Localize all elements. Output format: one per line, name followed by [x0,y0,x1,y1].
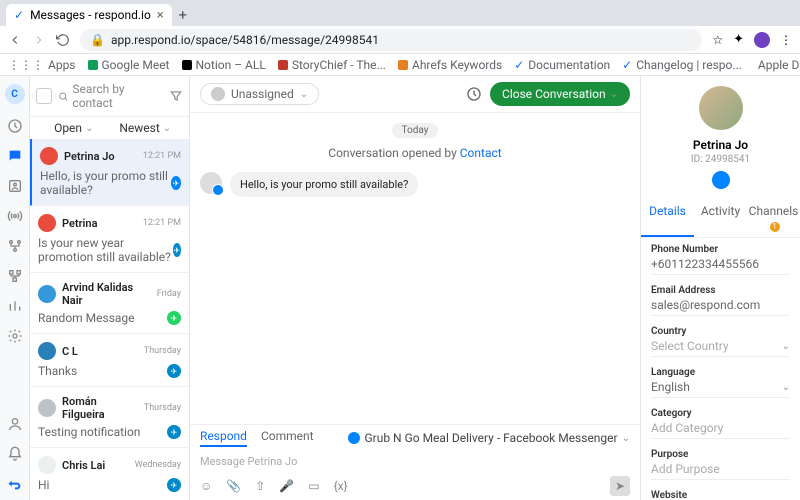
dashboard-icon[interactable] [7,118,23,134]
tab-title: Messages - respond.io [30,8,151,22]
channel-selector[interactable]: Grub N Go Meal Delivery - Facebook Messe… [348,429,630,447]
close-conversation-button[interactable]: Close Conversation⌄ [490,82,630,106]
attach-icon[interactable]: 📎 [226,479,241,493]
chat-list-item[interactable]: Arvind Kalidas NairFridayRandom Message✈ [30,273,189,334]
message-bubble: Hello, is your promo still available? [230,172,418,197]
nav-rail: C [0,76,30,500]
broadcast-icon[interactable] [7,208,23,224]
bookmark[interactable]: ✓Documentation [514,58,610,72]
bookmarks-bar: ⋮⋮⋮Apps Google Meet Notion – ALL StoryCh… [0,54,800,76]
tab-comment[interactable]: Comment [261,429,314,447]
bookmark[interactable]: Google Meet [88,58,170,72]
composer: Respond Comment Grub N Go Meal Delivery … [190,424,640,500]
close-tab-icon[interactable]: × [157,8,164,23]
help-icon[interactable] [7,476,23,492]
reports-icon[interactable] [7,298,23,314]
browser-tab[interactable]: ✓ Messages - respond.io × [6,4,172,26]
contacts-icon[interactable] [7,178,23,194]
details-panel: Petrina Jo ID: 24998541 Details Activity… [640,76,800,500]
user-icon[interactable] [7,416,23,432]
extensions-icon[interactable]: ✦ [733,32,744,47]
profile-avatar[interactable] [754,32,770,48]
date-pill: Today [392,123,439,138]
tab-respond[interactable]: Respond [200,429,247,447]
tab-channels[interactable]: Channels1 [747,199,800,237]
channel-icon [712,171,730,189]
email-field[interactable]: sales@respond.com [651,298,790,316]
messages-icon[interactable] [7,148,23,164]
upload-icon[interactable]: ⇧ [255,479,265,493]
snooze-icon[interactable] [466,86,482,102]
tab-details[interactable]: Details [641,199,694,237]
chat-list-item[interactable]: Román FilgueiraThursdayTesting notificat… [30,387,189,448]
contact-avatar [699,86,743,130]
forward-icon[interactable] [32,33,46,47]
send-button[interactable]: ➤ [610,476,630,496]
new-tab-button[interactable]: + [172,4,194,26]
var-icon[interactable]: {x} [334,479,348,493]
settings-icon[interactable] [7,328,23,344]
chat-list-item[interactable]: C LThursdayThanks✈ [30,334,189,387]
contact-link[interactable]: Contact [460,146,502,160]
tab-activity[interactable]: Activity [694,199,747,237]
message-row: Hello, is your promo still available? [200,172,418,197]
bookmark[interactable]: ✓Changelog | respo... [622,58,742,72]
org-icon[interactable] [7,268,23,284]
conversation: Unassigned ⌄ Close Conversation⌄ Today C… [190,76,640,500]
chat-list-item[interactable]: Chris LaiWednesdayHi✈ [30,448,189,500]
category-field[interactable]: Add Category [651,421,790,439]
workspace-icon[interactable]: C [5,84,25,104]
bookmark[interactable]: Notion – ALL [182,58,266,72]
filter-newest[interactable]: Newest⌄ [110,121,182,135]
phone-field[interactable]: +601122334455566 [651,257,790,275]
emoji-icon[interactable]: ☺ [200,479,212,493]
chat-list: Search by contact Open⌄ Newest⌄ Petrina … [30,76,190,500]
bookmark[interactable]: Ahrefs Keywords [398,58,502,72]
url-bar[interactable]: 🔒 app.respond.io/space/54816/message/249… [80,29,702,51]
collapse-icon[interactable] [36,88,52,104]
back-icon[interactable] [8,33,22,47]
filter-open[interactable]: Open⌄ [38,121,110,135]
snippet-icon[interactable]: ▭ [308,479,319,493]
bookmark[interactable]: StoryChief - The... [278,58,386,72]
notifications-icon[interactable] [7,446,23,462]
bookmark[interactable]: ⋮⋮⋮Apps [8,58,76,72]
chat-list-item[interactable]: Petrina12:21 PMIs your new year promotio… [30,206,189,273]
filter-icon[interactable] [169,89,183,103]
reload-icon[interactable] [56,33,70,47]
country-field[interactable]: Select Country⌄ [651,339,790,357]
system-message: Conversation opened by Contact [328,146,501,160]
chat-list-item[interactable]: Petrina Jo12:21 PMHello, is your promo s… [30,139,189,206]
contact-name: Petrina Jo [693,138,748,152]
voice-icon[interactable]: 🎤 [279,479,294,493]
contact-id: ID: 24998541 [691,154,750,165]
search-input[interactable]: Search by contact [58,82,163,110]
workflows-icon[interactable] [7,238,23,254]
message-avatar [200,172,222,194]
language-field[interactable]: English⌄ [651,380,790,398]
message-input[interactable]: Message Petrina Jo [200,451,630,472]
menu-icon[interactable]: ⋮ [780,33,792,47]
bookmark[interactable]: Apple Developer... [754,58,800,72]
star-icon[interactable]: ☆ [712,33,723,47]
assignee-dropdown[interactable]: Unassigned ⌄ [200,83,319,105]
purpose-field[interactable]: Add Purpose [651,462,790,480]
